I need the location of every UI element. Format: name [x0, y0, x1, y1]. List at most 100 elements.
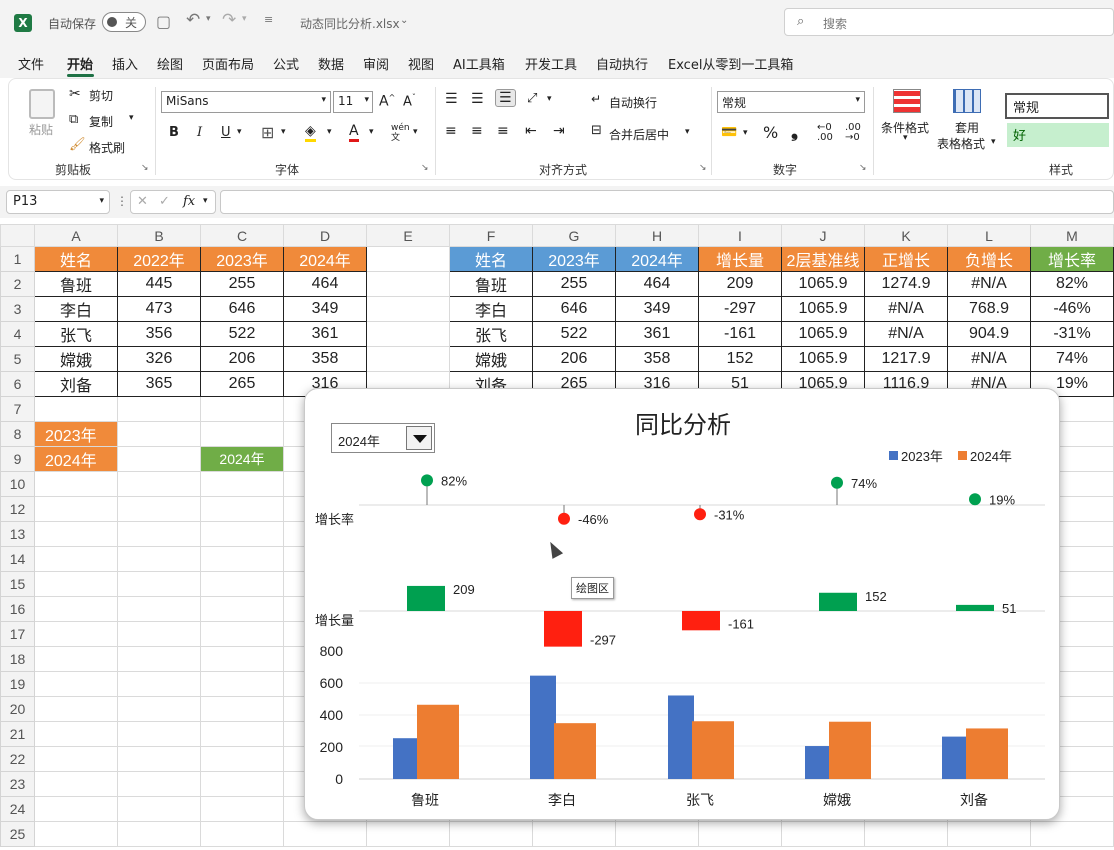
accounting-format-icon[interactable]: 💳 [721, 125, 737, 140]
cell-a24[interactable] [34, 796, 118, 822]
menu-view[interactable]: 视图 [408, 54, 434, 73]
comma-style-icon[interactable]: ❟ [791, 121, 798, 142]
decrease-indent-icon[interactable]: ⇤ [525, 123, 537, 139]
menu-ai-toolbox[interactable]: AI工具箱 [453, 54, 505, 73]
cell-g5[interactable]: 206 [532, 346, 616, 372]
align-center-icon[interactable]: ≡ [471, 123, 483, 139]
cell-i4[interactable]: -161 [698, 321, 782, 347]
number-format-select[interactable]: 常规 ▾ [717, 91, 865, 113]
accounting-dropdown-icon[interactable]: ▾ [743, 128, 748, 138]
cell-c8[interactable] [200, 421, 284, 447]
chevron-down-icon[interactable]: ▾ [203, 196, 208, 206]
enter-icon[interactable]: ✓ [159, 194, 170, 209]
conditional-format-dropdown-icon[interactable]: ▾ [903, 133, 908, 143]
redo-icon[interactable]: ↷ [222, 10, 236, 30]
cell-a8[interactable]: 2023年 [34, 421, 118, 447]
cell-c9[interactable]: 2024年 [200, 446, 284, 472]
column-header-l[interactable]: L [947, 224, 1031, 247]
cell-b7[interactable] [117, 396, 201, 422]
cell-c2[interactable]: 255 [200, 271, 284, 297]
cell-a20[interactable] [34, 696, 118, 722]
cell-c13[interactable] [200, 521, 284, 547]
insert-function-button[interactable]: fx [183, 194, 195, 209]
column-header-h[interactable]: H [615, 224, 699, 247]
cell-h2[interactable]: 464 [615, 271, 699, 297]
cell-c23[interactable] [200, 771, 284, 797]
year-dropdown[interactable]: 2024年 [331, 423, 435, 453]
cell-j2[interactable]: 1065.9 [781, 271, 865, 297]
font-expand-icon[interactable]: ↘ [421, 163, 429, 173]
cell-a2[interactable]: 鲁班 [34, 271, 118, 297]
cell-a19[interactable] [34, 671, 118, 697]
phonetic-icon[interactable]: wén 文 [391, 123, 410, 143]
cell-g1[interactable]: 2023年 [532, 246, 616, 272]
cell-a3[interactable]: 李白 [34, 296, 118, 322]
orientation-dropdown-icon[interactable]: ▾ [547, 94, 552, 104]
cell-c7[interactable] [200, 396, 284, 422]
cell-l1[interactable]: 负增长 [947, 246, 1031, 272]
cell-i2[interactable]: 209 [698, 271, 782, 297]
cell-b22[interactable] [117, 746, 201, 772]
cell-b25[interactable] [117, 821, 201, 847]
cell-a1[interactable]: 姓名 [34, 246, 118, 272]
cell-m25[interactable] [1030, 821, 1114, 847]
cell-c24[interactable] [200, 796, 284, 822]
cell-b5[interactable]: 326 [117, 346, 201, 372]
column-header-a[interactable]: A [34, 224, 118, 247]
cell-b9[interactable] [117, 446, 201, 472]
name-box[interactable]: P13 ▾ [6, 190, 110, 214]
cell-c17[interactable] [200, 621, 284, 647]
cell-d1[interactable]: 2024年 [283, 246, 367, 272]
menu-excel-toolbox[interactable]: Excel从零到一工具箱 [668, 54, 793, 73]
menu-draw[interactable]: 绘图 [157, 54, 183, 73]
cell-h1[interactable]: 2024年 [615, 246, 699, 272]
align-left-icon[interactable]: ≡ [445, 123, 457, 139]
cell-d4[interactable]: 361 [283, 321, 367, 347]
row-header[interactable]: 16 [0, 596, 35, 622]
row-header[interactable]: 22 [0, 746, 35, 772]
file-name[interactable]: 动态同比分析.xlsx [300, 15, 400, 32]
select-all-corner[interactable] [0, 224, 35, 247]
menu-formulas[interactable]: 公式 [273, 54, 299, 73]
cell-g25[interactable] [532, 821, 616, 847]
menu-review[interactable]: 审阅 [363, 54, 389, 73]
grow-font-icon[interactable]: A^ [379, 93, 395, 110]
cell-j3[interactable]: 1065.9 [781, 296, 865, 322]
filename-chevron-icon[interactable]: ⌄ [400, 15, 408, 26]
cell-b3[interactable]: 473 [117, 296, 201, 322]
borders-dropdown-icon[interactable]: ▾ [281, 127, 286, 137]
cell-h4[interactable]: 361 [615, 321, 699, 347]
cell-k2[interactable]: 1274.9 [864, 271, 948, 297]
cell-b18[interactable] [117, 646, 201, 672]
cell-i25[interactable] [698, 821, 782, 847]
paste-button[interactable]: 粘贴 [29, 121, 53, 138]
align-bottom-icon[interactable]: ☰ [495, 89, 516, 107]
cell-f1[interactable]: 姓名 [449, 246, 533, 272]
bold-button[interactable]: B [169, 125, 179, 140]
cell-e3[interactable] [366, 296, 450, 322]
cell-a16[interactable] [34, 596, 118, 622]
orientation-icon[interactable]: ⤢ [527, 91, 537, 106]
cell-k5[interactable]: 1217.9 [864, 346, 948, 372]
cell-c14[interactable] [200, 546, 284, 572]
menu-developer[interactable]: 开发工具 [525, 54, 577, 73]
underline-button[interactable]: U [221, 125, 231, 140]
table-format-line2[interactable]: 表格格式 [937, 135, 985, 152]
cell-b19[interactable] [117, 671, 201, 697]
cell-b16[interactable] [117, 596, 201, 622]
align-middle-icon[interactable]: ☰ [471, 91, 484, 107]
cell-c21[interactable] [200, 721, 284, 747]
format-painter-button[interactable]: 格式刷 [89, 139, 125, 156]
row-header[interactable]: 20 [0, 696, 35, 722]
clipboard-expand-icon[interactable]: ↘ [141, 163, 149, 173]
column-header-c[interactable]: C [200, 224, 284, 247]
menu-page-layout[interactable]: 页面布局 [202, 54, 254, 73]
cell-i1[interactable]: 增长量 [698, 246, 782, 272]
row-header[interactable]: 12 [0, 496, 35, 522]
cell-a7[interactable] [34, 396, 118, 422]
fill-color-dropdown-icon[interactable]: ▾ [327, 127, 332, 137]
cell-h3[interactable]: 349 [615, 296, 699, 322]
cell-b24[interactable] [117, 796, 201, 822]
paste-icon[interactable] [29, 89, 55, 119]
column-header-g[interactable]: G [532, 224, 616, 247]
